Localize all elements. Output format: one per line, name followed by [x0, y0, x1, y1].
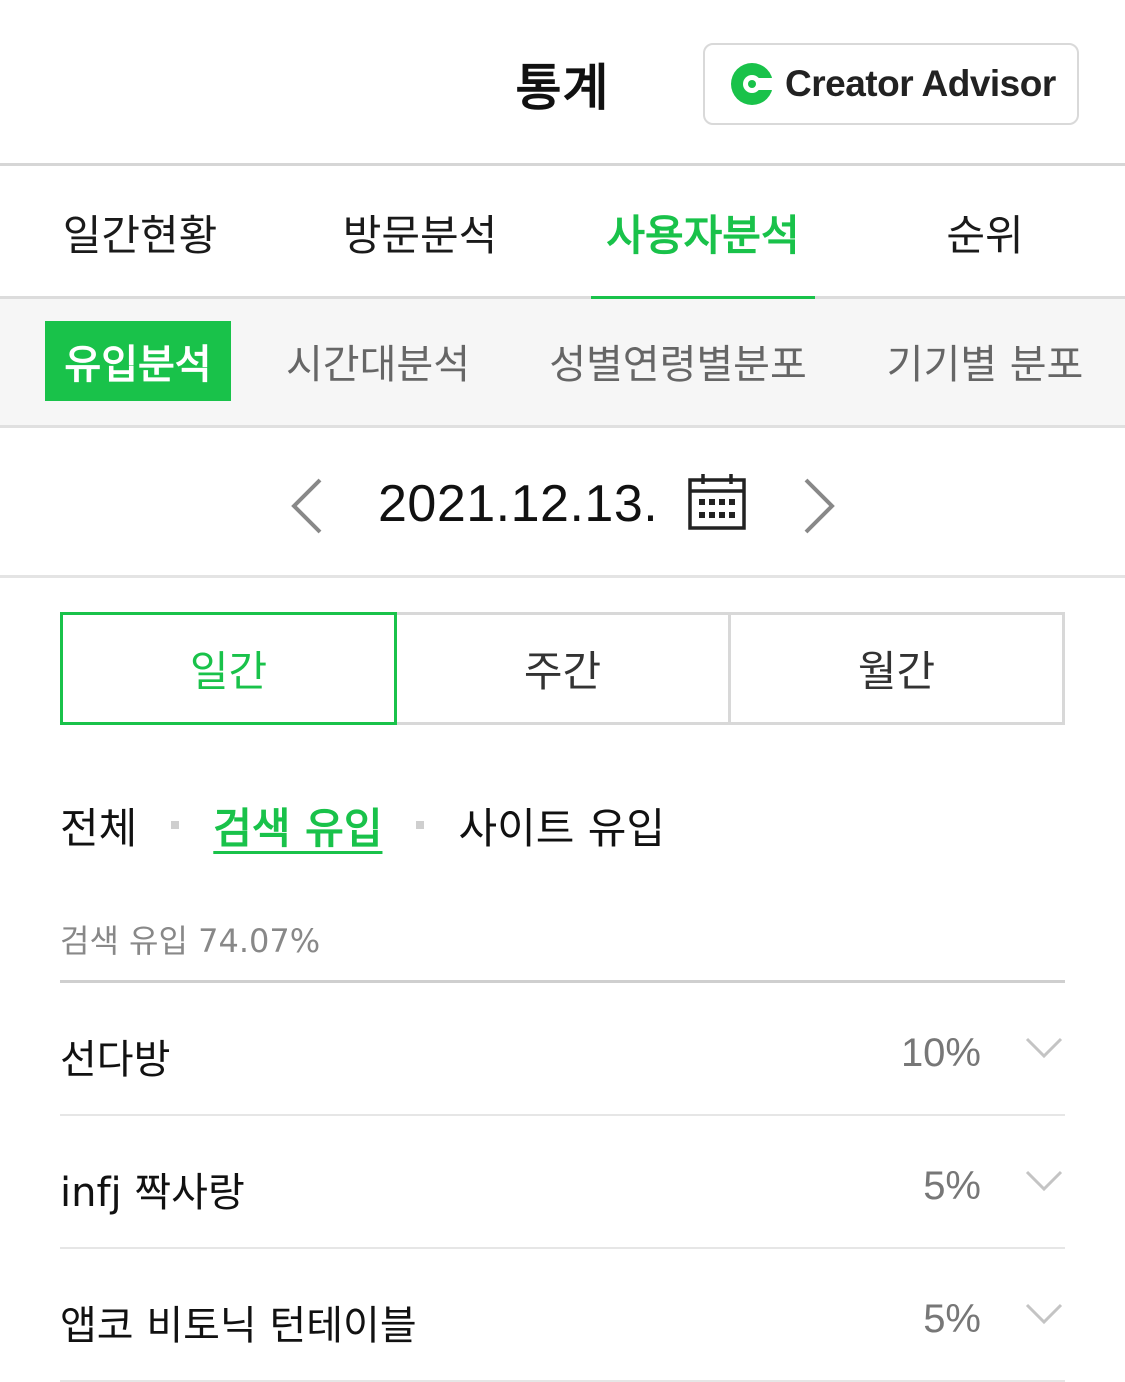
separator-dot	[416, 821, 425, 829]
subtab-inflow-analysis[interactable]: 유입분석	[45, 321, 231, 401]
filter-site-inflow[interactable]: 사이트 유입	[458, 795, 665, 856]
chevron-right-icon[interactable]	[798, 476, 838, 536]
list-item[interactable]: 선다방 10%	[60, 983, 1065, 1116]
current-date: 2021.12.13.	[378, 475, 659, 533]
keyword-percent: 5%	[923, 1297, 981, 1341]
tab-daily-status[interactable]: 일간현황	[40, 166, 240, 299]
keyword-label: 선다방	[60, 1037, 171, 1083]
date-navigator: 2021.12.13.	[0, 428, 1125, 578]
keyword-percent: 10%	[900, 1031, 981, 1075]
creator-advisor-logo-icon	[731, 63, 775, 105]
list-item[interactable]: infj 짝사랑 5%	[60, 1116, 1065, 1249]
period-weekly-button[interactable]: 주간	[394, 612, 731, 725]
subtab-device[interactable]: 기기별 분포	[870, 321, 1100, 401]
top-header: 통계 Creator Advisor	[0, 0, 1125, 166]
tab-ranking[interactable]: 순위	[915, 166, 1055, 299]
chevron-down-icon[interactable]	[1025, 1037, 1063, 1059]
chevron-left-icon[interactable]	[288, 476, 328, 536]
creator-advisor-button[interactable]: Creator Advisor	[703, 43, 1079, 125]
tab-visit-analysis[interactable]: 방문분석	[320, 166, 520, 299]
keyword-label: 앱코 비토닉 턴테이블	[60, 1303, 417, 1349]
chevron-down-icon[interactable]	[1025, 1303, 1063, 1325]
period-daily-button[interactable]: 일간	[60, 612, 397, 725]
filter-all[interactable]: 전체	[60, 795, 137, 856]
tab-user-analysis[interactable]: 사용자분석	[591, 166, 815, 302]
calendar-icon[interactable]	[688, 472, 746, 530]
filter-search-inflow[interactable]: 검색 유입	[213, 795, 382, 856]
keyword-list: 선다방 10% infj 짝사랑 5% 앱코 비토닉 턴테이블 5%	[60, 980, 1065, 1382]
separator-dot	[171, 821, 180, 829]
subtab-time-analysis[interactable]: 시간대분석	[270, 321, 486, 401]
sub-tab-bar: 유입분석 시간대분석 성별연령별분포 기기별 분포	[0, 299, 1125, 428]
creator-advisor-label: Creator Advisor	[785, 63, 1056, 104]
inflow-filter: 전체 검색 유입 사이트 유입	[60, 795, 665, 855]
list-item[interactable]: 앱코 비토닉 턴테이블 5%	[60, 1249, 1065, 1382]
period-monthly-button[interactable]: 월간	[728, 612, 1065, 725]
chevron-down-icon[interactable]	[1025, 1170, 1063, 1192]
subtab-gender-age[interactable]: 성별연령별분포	[530, 321, 826, 401]
keyword-percent: 5%	[923, 1164, 981, 1208]
main-tab-bar: 일간현황 방문분석 사용자분석 순위	[0, 166, 1125, 302]
period-selector: 일간 주간 월간	[60, 612, 1065, 725]
search-inflow-summary: 검색 유입 74.07%	[60, 922, 321, 960]
keyword-label: infj 짝사랑	[60, 1170, 245, 1216]
